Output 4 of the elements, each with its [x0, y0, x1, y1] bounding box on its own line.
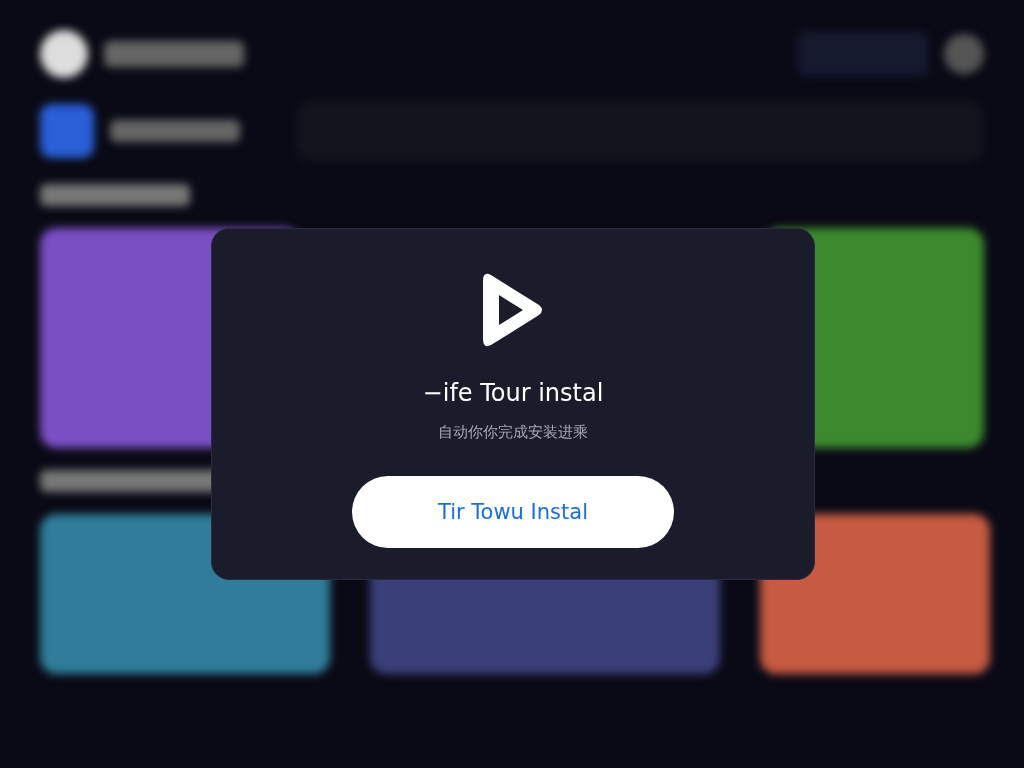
dialog-title: −ife Tour instal — [422, 379, 604, 407]
blurred-app-icon — [40, 104, 94, 158]
install-button[interactable]: Tir Towu Instal — [352, 476, 674, 548]
dialog-subtitle: 自动你你完成安装进乘 — [438, 423, 588, 442]
